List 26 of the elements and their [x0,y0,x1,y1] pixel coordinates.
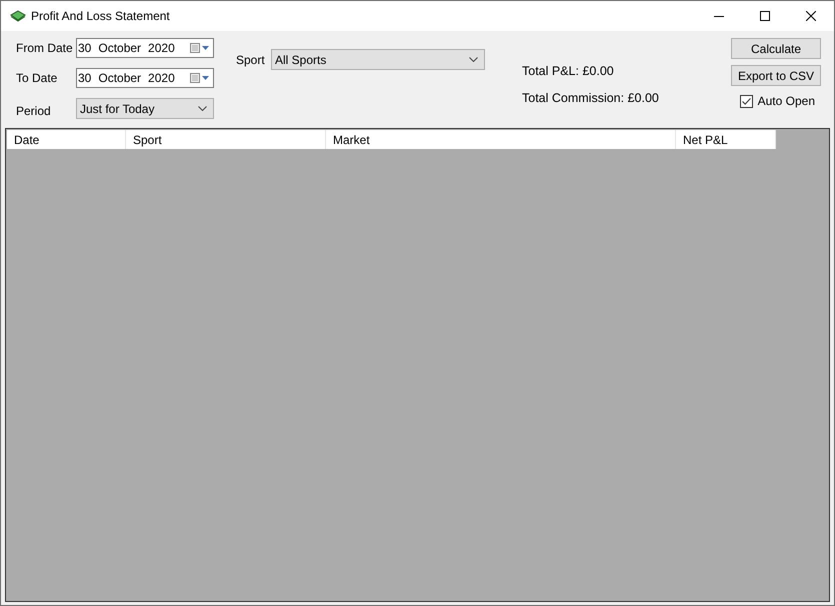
calendar-icon [190,43,210,53]
column-header[interactable]: Date [7,130,126,149]
date-picker[interactable]: 30 October 2020 [76,38,214,58]
calendar-icon [190,73,210,83]
column-header[interactable]: Sport [126,130,326,149]
sport-label: Sport [236,52,266,68]
date-label: From Date [16,40,74,57]
total-text: Total P&L: £0.00 [522,63,615,80]
window-title: Profit And Loss Statement [31,8,170,25]
date-label: To Date [16,70,58,87]
column-header[interactable]: Net P&L [676,130,776,149]
action-button[interactable]: Calculate [731,38,821,59]
sport-dropdown[interactable]: All Sports [271,49,485,70]
maximize-icon [760,11,770,21]
total-text: Total Commission: £0.00 [522,90,659,107]
date-picker[interactable]: 30 October 2020 [76,68,214,88]
check-icon [742,98,751,104]
checkbox-label[interactable]: Auto Open [758,92,815,110]
chevron-icon [469,57,478,62]
period-label: Period [16,102,52,120]
close-icon [806,11,816,21]
checkbox[interactable] [740,94,753,108]
action-button[interactable]: Export to CSV [731,65,821,86]
chevron-icon [198,106,207,111]
column-header[interactable]: Market [326,130,676,149]
period-dropdown[interactable]: Just for Today [76,98,214,119]
